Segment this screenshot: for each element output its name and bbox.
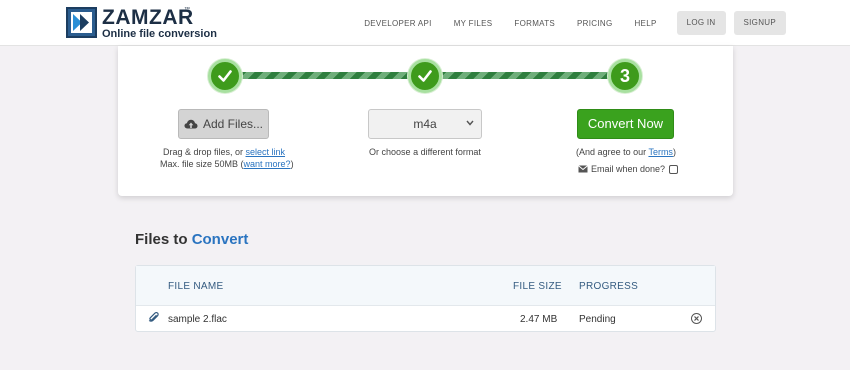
drag-drop-note: Drag & drop files, or select link Max. f… xyxy=(160,147,294,169)
format-select-value: m4a xyxy=(413,117,437,131)
convert-now-button[interactable]: Convert Now xyxy=(577,109,674,139)
step-2-complete xyxy=(408,59,442,93)
zamzar-logo[interactable]: ZAMZAR ™ Online file conversion xyxy=(66,6,217,40)
nav-help[interactable]: HELP xyxy=(634,19,656,28)
login-button[interactable]: LOG IN xyxy=(676,11,726,35)
logo-trademark: ™ xyxy=(184,7,190,13)
nav-formats[interactable]: FORMATS xyxy=(514,19,555,28)
logo-subtitle: Online file conversion xyxy=(102,28,217,40)
email-checkbox[interactable] xyxy=(669,164,679,174)
paperclip-icon xyxy=(148,312,159,322)
file-size-cell: 2.47 MB xyxy=(520,314,558,325)
select-link[interactable]: select link xyxy=(246,147,286,157)
email-when-done: Email when done? xyxy=(578,164,679,174)
terms-link[interactable]: Terms xyxy=(648,147,673,157)
email-label: Email when done? xyxy=(591,164,666,174)
column-file-name: FILE NAME xyxy=(168,281,224,292)
add-files-label: Add Files... xyxy=(202,117,264,131)
step-1-complete xyxy=(208,59,242,93)
site-header: ZAMZAR ™ Online file conversion DEVELOPE… xyxy=(0,0,850,46)
close-icon xyxy=(694,316,699,321)
files-section-title: Files to Convert xyxy=(135,231,249,248)
nav-pricing[interactable]: PRICING xyxy=(577,19,612,28)
remove-file-button[interactable] xyxy=(691,313,702,324)
checkmark-icon xyxy=(218,70,232,82)
want-more-link[interactable]: want more? xyxy=(244,159,291,169)
logo-text: ZAMZAR xyxy=(102,6,194,29)
cloud-upload-icon xyxy=(184,119,198,128)
signup-button[interactable]: SIGNUP xyxy=(733,11,786,35)
checkmark-icon xyxy=(418,70,432,82)
progress-bar-1-2 xyxy=(238,72,412,79)
envelope-icon xyxy=(578,165,588,173)
progress-bar-2-3 xyxy=(438,72,612,79)
column-progress: PROGRESS xyxy=(579,281,639,292)
step-3-current: 3 xyxy=(608,59,642,93)
step-3-number: 3 xyxy=(619,66,630,86)
files-table-header: FILE NAME FILE SIZE PROGRESS xyxy=(136,266,715,306)
chevron-down-icon xyxy=(466,120,474,126)
files-table: FILE NAME FILE SIZE PROGRESS sample 2.fl… xyxy=(135,265,716,332)
column-file-size: FILE SIZE xyxy=(513,281,562,292)
nav-developer-api[interactable]: DEVELOPER API xyxy=(364,19,431,28)
file-name-cell: sample 2.flac xyxy=(168,314,227,325)
main-nav: DEVELOPER API MY FILES FORMATS PRICING H… xyxy=(364,11,786,35)
nav-my-files[interactable]: MY FILES xyxy=(454,19,493,28)
add-files-button[interactable]: Add Files... xyxy=(178,109,269,139)
format-select[interactable]: m4a xyxy=(368,109,482,139)
logo-mark-icon xyxy=(66,7,97,38)
terms-note: (And agree to our Terms) xyxy=(576,147,676,157)
format-note: Or choose a different format xyxy=(369,147,481,157)
progress-cell: Pending xyxy=(579,314,616,325)
